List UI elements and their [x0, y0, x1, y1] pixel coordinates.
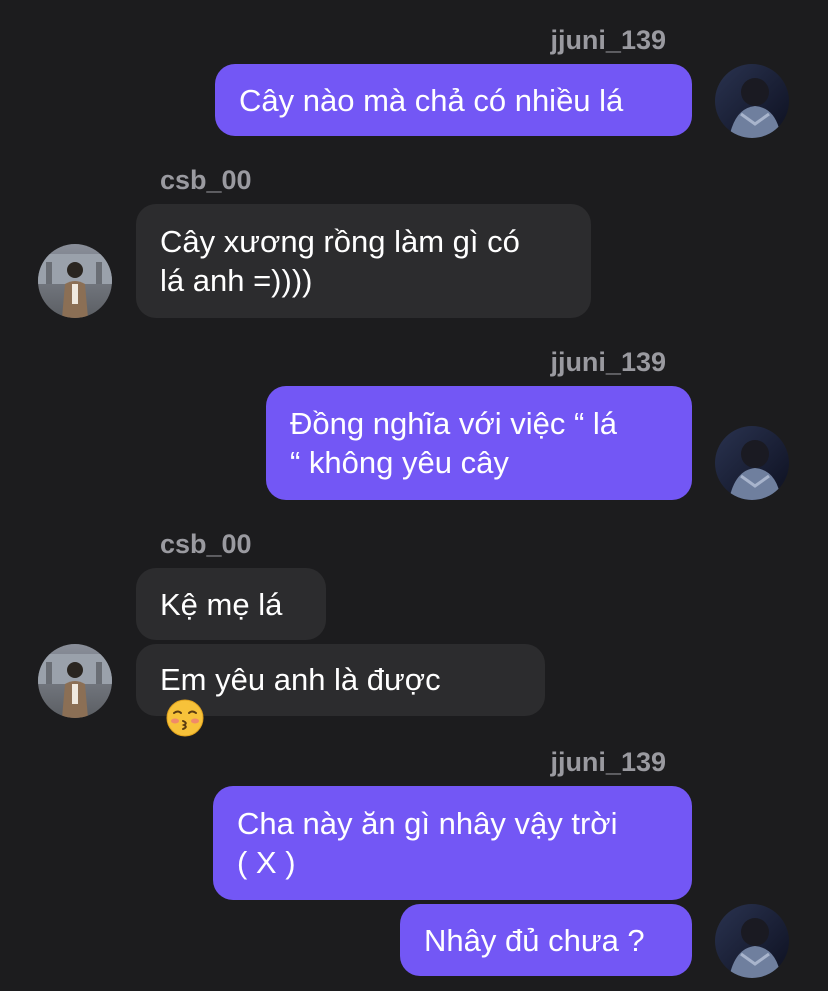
avatar[interactable]	[715, 904, 789, 978]
message-bubble-outgoing[interactable]: Cây nào mà chả có nhiều lá	[215, 64, 692, 136]
message-text: Nhây đủ chưa ?	[424, 922, 645, 958]
sender-username[interactable]: jjuni_139	[420, 746, 666, 778]
user-photo-icon	[38, 644, 112, 718]
user-photo-icon	[715, 426, 789, 500]
message-text: Cây xương rồng làm gì có lá anh =))))	[160, 224, 520, 298]
message-text: Kệ mẹ lá	[160, 586, 283, 622]
avatar[interactable]	[715, 64, 789, 138]
avatar[interactable]	[38, 244, 112, 318]
message-text: Cha này ăn gì nhây vậy trời ( X )	[237, 806, 618, 880]
avatar[interactable]	[38, 644, 112, 718]
message-bubble-outgoing[interactable]: Đồng nghĩa với việc “ lá “ không yêu cây	[266, 386, 692, 500]
avatar[interactable]	[715, 426, 789, 500]
sender-username[interactable]: jjuni_139	[420, 346, 666, 378]
message-text: Em yêu anh là được	[160, 621, 441, 740]
message-text: Đồng nghĩa với việc “ lá “ không yêu cây	[290, 406, 618, 480]
message-text: Cây nào mà chả có nhiều lá	[239, 82, 624, 118]
user-photo-icon	[715, 64, 789, 138]
message-bubble-incoming[interactable]: Em yêu anh là được	[136, 644, 545, 737]
sender-username[interactable]: csb_00	[160, 164, 360, 196]
message-bubble-incoming[interactable]: Cây xương rồng làm gì có lá anh =))))	[136, 204, 591, 318]
message-text-content: Em yêu anh là được	[160, 661, 441, 697]
message-bubble-outgoing[interactable]: Nhây đủ chưa ?	[400, 904, 692, 976]
user-photo-icon	[38, 244, 112, 318]
sender-username[interactable]: csb_00	[160, 528, 360, 560]
sender-username[interactable]: jjuni_139	[420, 24, 666, 56]
message-bubble-outgoing[interactable]: Cha này ăn gì nhây vậy trời ( X )	[213, 786, 692, 900]
user-photo-icon	[715, 904, 789, 978]
kissing-face-with-closed-eyes-icon	[166, 699, 204, 737]
